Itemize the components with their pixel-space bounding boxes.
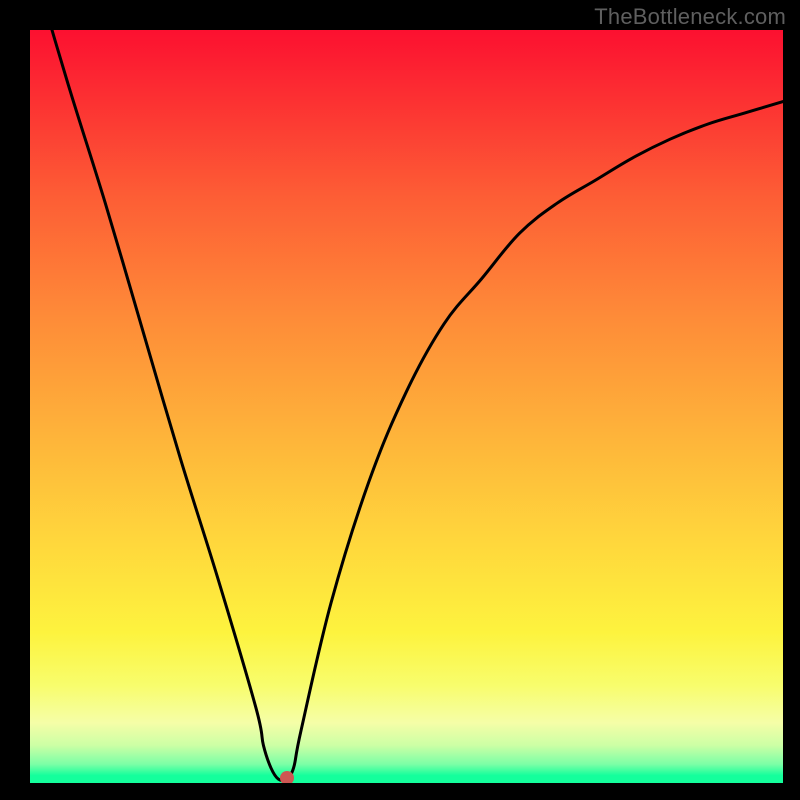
bottleneck-marker [280, 771, 294, 783]
plot-area [30, 30, 783, 783]
chart-frame: TheBottleneck.com [0, 0, 800, 800]
watermark-text: TheBottleneck.com [594, 4, 786, 30]
bottleneck-curve [30, 30, 783, 783]
